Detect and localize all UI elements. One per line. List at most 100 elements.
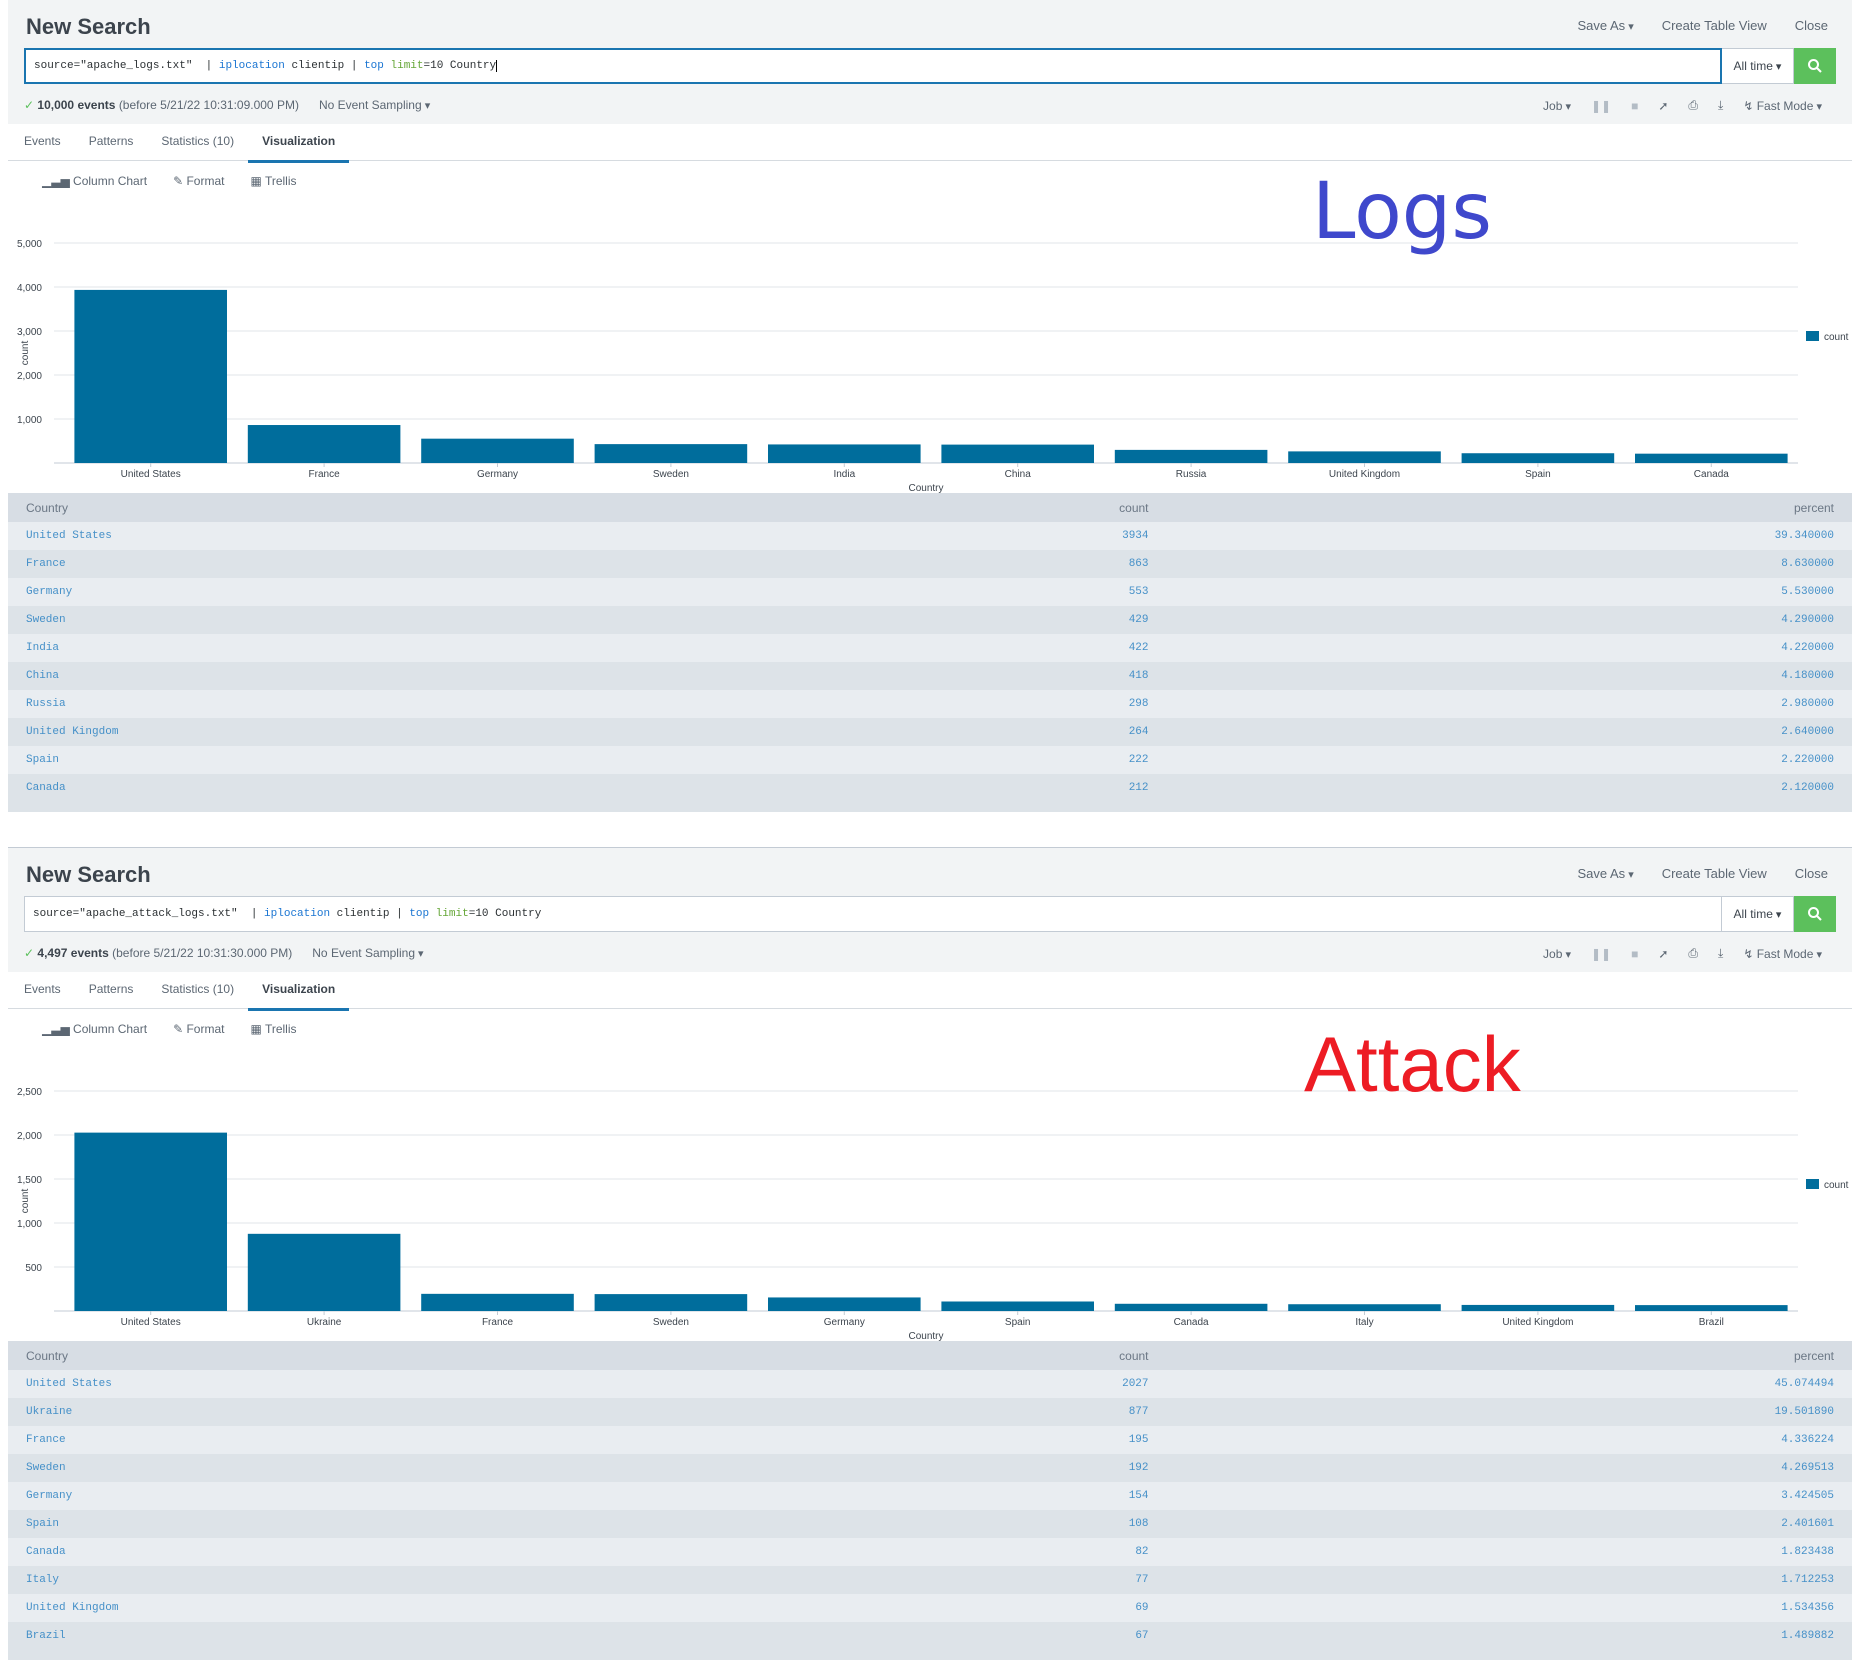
country-cell[interactable]: Italy <box>8 1566 931 1594</box>
tab-visualization[interactable]: Visualization <box>248 124 350 163</box>
country-cell[interactable]: Sweden <box>8 1454 931 1482</box>
country-cell[interactable]: France <box>8 1426 931 1454</box>
close-button[interactable]: Close <box>1795 866 1828 881</box>
bar[interactable] <box>74 1132 227 1311</box>
bar[interactable] <box>421 438 574 463</box>
legend-label[interactable]: count <box>1824 1180 1849 1191</box>
country-cell[interactable]: Sweden <box>8 606 931 634</box>
pause-icon[interactable]: ❚❚ <box>1591 947 1611 961</box>
legend-label[interactable]: count <box>1824 332 1849 343</box>
bar[interactable] <box>594 1294 748 1311</box>
time-range-picker[interactable]: All time <box>1722 896 1794 932</box>
trellis-button[interactable]: ▦ Trellis <box>250 1022 296 1036</box>
country-cell[interactable]: Spain <box>8 746 931 774</box>
country-cell[interactable]: United Kingdom <box>8 1594 931 1622</box>
bar[interactable] <box>247 425 401 463</box>
job-menu[interactable]: Job <box>1543 947 1571 961</box>
column-header-percent[interactable]: percent <box>1166 493 1852 522</box>
search-mode-dropdown[interactable]: Fast Mode <box>1757 99 1822 113</box>
trellis-button[interactable]: ▦ Trellis <box>250 174 296 188</box>
tab-statistics[interactable]: Statistics (10) <box>147 124 248 160</box>
create-table-view-button[interactable]: Create Table View <box>1662 18 1767 33</box>
print-icon[interactable]: ⎙ <box>1688 946 1698 961</box>
country-cell[interactable]: Spain <box>8 1510 931 1538</box>
table-row: Germany 154 3.424505 <box>8 1482 1852 1510</box>
column-header-country[interactable]: Country <box>8 493 931 522</box>
percent-cell: 4.269513 <box>1166 1454 1852 1482</box>
x-tick-label: Italy <box>1355 1317 1373 1328</box>
bar[interactable] <box>1288 1304 1441 1311</box>
tab-patterns[interactable]: Patterns <box>75 972 148 1008</box>
bar[interactable] <box>1114 1303 1268 1311</box>
bar[interactable] <box>594 444 748 463</box>
country-cell[interactable]: United States <box>8 1370 931 1398</box>
search-input[interactable]: source="apache_logs.txt" | iplocation cl… <box>24 48 1722 84</box>
save-as-button[interactable]: Save As <box>1577 18 1633 33</box>
bar[interactable] <box>247 1233 401 1311</box>
tab-events[interactable]: Events <box>24 124 75 160</box>
percent-cell: 2.980000 <box>1166 690 1852 718</box>
bar[interactable] <box>941 444 1094 463</box>
bar[interactable] <box>1288 451 1441 463</box>
count-cell: 222 <box>930 746 1167 774</box>
event-sampling-dropdown[interactable]: No Event Sampling <box>319 98 430 112</box>
search-button[interactable] <box>1794 48 1836 84</box>
tab-patterns[interactable]: Patterns <box>75 124 148 160</box>
country-cell[interactable]: Russia <box>8 690 931 718</box>
column-header-country[interactable]: Country <box>8 1341 931 1370</box>
x-axis-title: Country <box>908 1331 943 1341</box>
format-button[interactable]: ✎ Format <box>173 174 224 188</box>
stop-icon[interactable]: ■ <box>1631 947 1638 961</box>
column-header-count[interactable]: count <box>930 1341 1167 1370</box>
trellis-label: Trellis <box>264 1022 297 1036</box>
search-button[interactable] <box>1794 896 1836 932</box>
country-cell[interactable]: United Kingdom <box>8 718 931 746</box>
tab-events[interactable]: Events <box>24 972 75 1008</box>
bar[interactable] <box>941 1301 1094 1311</box>
country-cell[interactable]: China <box>8 662 931 690</box>
bar[interactable] <box>74 289 227 463</box>
search-mode-dropdown[interactable]: Fast Mode <box>1757 947 1822 961</box>
column-chart-button[interactable]: ▁▃▅ Column Chart <box>42 174 147 188</box>
percent-cell: 4.220000 <box>1166 634 1852 662</box>
tab-visualization[interactable]: Visualization <box>248 972 350 1011</box>
country-cell[interactable]: Canada <box>8 774 931 802</box>
time-range-picker[interactable]: All time <box>1722 48 1794 84</box>
country-cell[interactable]: France <box>8 550 931 578</box>
bar[interactable] <box>1635 1305 1788 1311</box>
job-menu[interactable]: Job <box>1543 99 1571 113</box>
column-chart-button[interactable]: ▁▃▅ Column Chart <box>42 1022 147 1036</box>
bar[interactable] <box>768 1297 921 1311</box>
export-icon[interactable]: ⤓ <box>1718 98 1723 113</box>
column-header-percent[interactable]: percent <box>1166 1341 1852 1370</box>
country-cell[interactable]: Brazil <box>8 1622 931 1650</box>
search-input[interactable]: source="apache_attack_logs.txt" | iploca… <box>24 896 1722 932</box>
share-icon[interactable]: ➚ <box>1658 99 1668 113</box>
close-button[interactable]: Close <box>1795 18 1828 33</box>
bar[interactable] <box>1461 1304 1615 1311</box>
bar[interactable] <box>1635 453 1788 463</box>
bar[interactable] <box>1114 449 1268 463</box>
country-cell[interactable]: Canada <box>8 1538 931 1566</box>
bar[interactable] <box>768 444 921 463</box>
bar[interactable] <box>1461 453 1615 463</box>
format-button[interactable]: ✎ Format <box>173 1022 224 1036</box>
country-cell[interactable]: United States <box>8 522 931 550</box>
print-icon[interactable]: ⎙ <box>1688 98 1698 113</box>
save-as-button[interactable]: Save As <box>1577 866 1633 881</box>
create-table-view-button[interactable]: Create Table View <box>1662 866 1767 881</box>
export-icon[interactable]: ⤓ <box>1718 946 1723 961</box>
country-cell[interactable]: Germany <box>8 1482 931 1510</box>
country-cell[interactable]: Germany <box>8 578 931 606</box>
stop-icon[interactable]: ■ <box>1631 99 1638 113</box>
share-icon[interactable]: ➚ <box>1658 947 1668 961</box>
country-cell[interactable]: India <box>8 634 931 662</box>
query-source: source="apache_attack_logs.txt" <box>33 908 238 920</box>
event-sampling-dropdown[interactable]: No Event Sampling <box>312 946 423 960</box>
bar[interactable] <box>421 1293 574 1311</box>
column-header-count[interactable]: count <box>930 493 1167 522</box>
tab-statistics[interactable]: Statistics (10) <box>147 972 248 1008</box>
country-cell[interactable]: Ukraine <box>8 1398 931 1426</box>
check-icon: ✓ <box>24 98 35 112</box>
pause-icon[interactable]: ❚❚ <box>1591 99 1611 113</box>
